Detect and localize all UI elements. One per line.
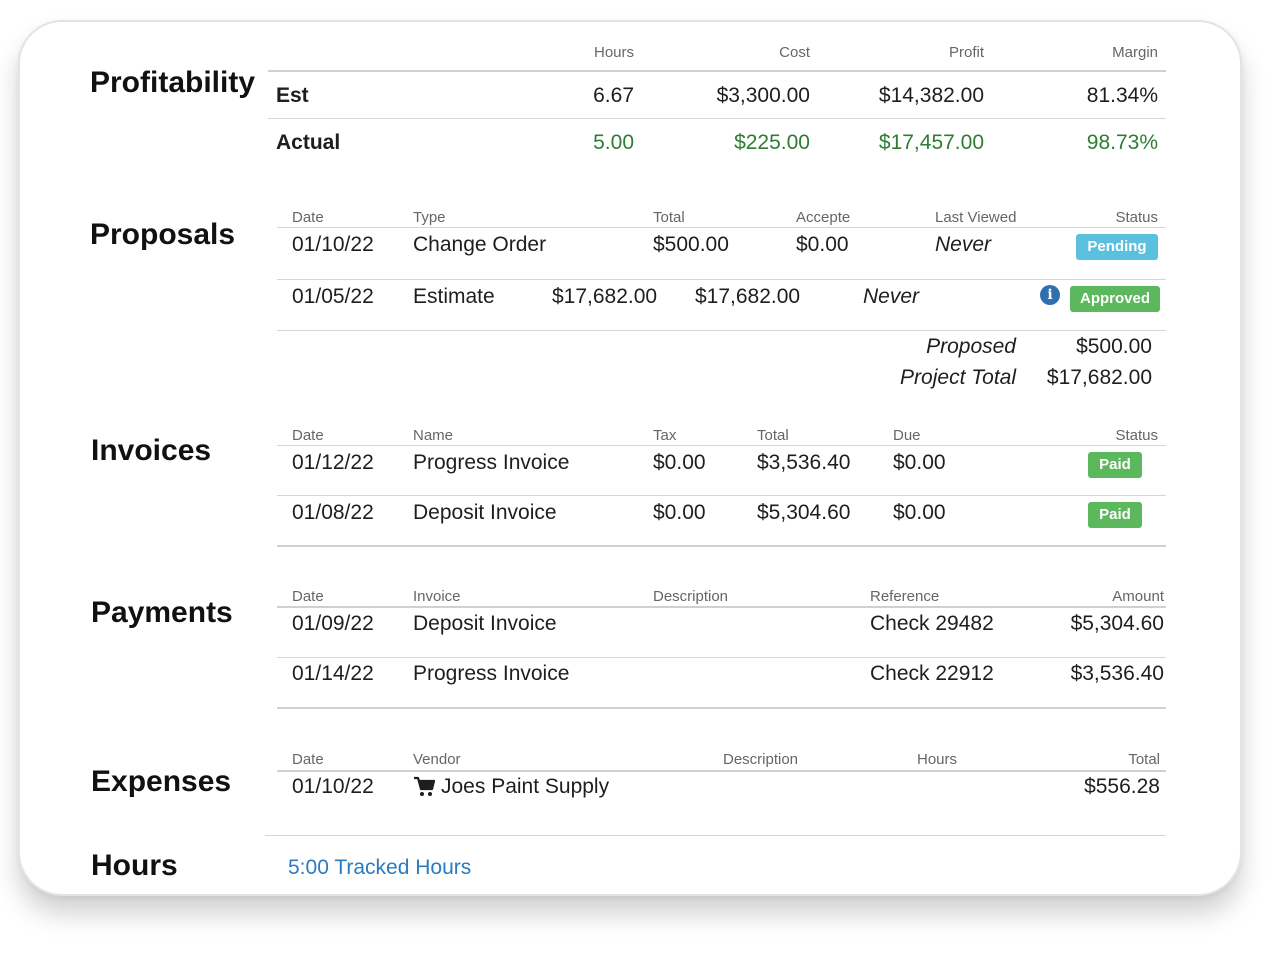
invoice-tax: $0.00 (653, 451, 706, 474)
payments-header-date: Date (292, 588, 324, 605)
payment-invoice-link[interactable]: Deposit Invoice (413, 612, 557, 636)
expense-vendor-link[interactable]: Joes Paint Supply (441, 775, 609, 799)
profitability-header-profit: Profit (948, 44, 984, 61)
divider (277, 770, 1166, 772)
invoices-header-total: Total (757, 427, 789, 444)
payment-invoice-link[interactable]: Progress Invoice (413, 662, 569, 686)
proposal-type-link[interactable]: Change Order (413, 233, 546, 257)
proposals-header-type: Type (413, 209, 446, 226)
payment-reference: Check 29482 (870, 612, 994, 635)
expenses-header-date: Date (292, 751, 324, 768)
invoices-header-status: Status (1115, 427, 1158, 444)
proposal-total: $500.00 (653, 233, 729, 256)
actual-hours: 5.00 (593, 131, 634, 154)
row-label: Actual (276, 131, 341, 154)
est-profit: $14,382.00 (878, 84, 984, 107)
divider (265, 835, 1166, 836)
proposals-header-last-viewed: Last Viewed (935, 209, 1017, 226)
section-title-profitability: Profitability (90, 66, 256, 99)
row-label: Est (276, 84, 309, 107)
proposal-last-viewed: Never (935, 233, 992, 256)
project-total-value: $17,682.00 (1046, 366, 1152, 389)
actual-cost: $225.00 (734, 131, 810, 154)
invoice-name-link[interactable]: Progress Invoice (413, 451, 569, 475)
divider (277, 495, 1166, 496)
invoice-tax: $0.00 (653, 501, 706, 524)
proposals-header-date: Date (292, 209, 324, 226)
status-badge-approved: Approved (1070, 286, 1160, 312)
proposed-label: Proposed (926, 335, 1016, 358)
profitability-header-margin: Margin (1112, 44, 1158, 61)
section-title-expenses: Expenses (91, 765, 232, 798)
payment-amount: $3,536.40 (1070, 662, 1164, 685)
divider (277, 279, 1166, 280)
payment-amount: $5,304.60 (1070, 612, 1164, 635)
section-title-hours: Hours (91, 849, 178, 882)
divider (268, 118, 1166, 119)
section-title-invoices: Invoices (91, 434, 212, 467)
cart-icon (414, 776, 435, 796)
status-badge-paid: Paid (1088, 452, 1142, 478)
est-margin: 81.34% (1086, 84, 1158, 107)
est-cost: $3,300.00 (716, 84, 810, 107)
payments-header-invoice: Invoice (413, 588, 461, 605)
proposals-header-total: Total (653, 209, 685, 226)
payment-reference: Check 22912 (870, 662, 994, 685)
proposal-date: 01/05/22 (292, 285, 374, 308)
invoices-header-name: Name (413, 427, 454, 444)
proposal-last-viewed: Never (863, 285, 920, 308)
invoices-header-due: Due (893, 427, 921, 444)
expenses-header-vendor: Vendor (413, 751, 461, 768)
job-financials-card: Profitability Hours Cost Profit Margin E… (18, 20, 1242, 896)
est-hours: 6.67 (593, 84, 634, 107)
status-badge-pending: Pending (1076, 234, 1158, 260)
invoice-date: 01/12/22 (292, 451, 374, 474)
divider (277, 657, 1166, 658)
profitability-header-cost: Cost (779, 44, 810, 61)
proposal-accepted: $0.00 (796, 233, 849, 256)
payments-header-description: Description (653, 588, 729, 605)
status-badge-paid: Paid (1088, 502, 1142, 528)
info-icon[interactable]: i (1040, 285, 1060, 305)
invoices-header-date: Date (292, 427, 324, 444)
divider (277, 445, 1166, 446)
proposal-total: $17,682.00 (552, 285, 658, 308)
section-title-proposals: Proposals (90, 218, 236, 251)
actual-margin: 98.73% (1086, 131, 1158, 154)
invoice-total: $5,304.60 (757, 501, 851, 524)
proposal-accepted: $17,682.00 (695, 285, 801, 308)
divider (268, 70, 1166, 72)
invoice-name-link[interactable]: Deposit Invoice (413, 501, 557, 525)
actual-profit: $17,457.00 (878, 131, 984, 154)
divider (277, 707, 1166, 709)
proposed-value: $500.00 (1076, 335, 1152, 358)
proposals-header-status: Status (1115, 209, 1158, 226)
invoice-due: $0.00 (893, 451, 946, 474)
invoice-due: $0.00 (893, 501, 946, 524)
section-title-payments: Payments (91, 596, 233, 629)
expenses-header-hours: Hours (917, 751, 958, 768)
divider (277, 227, 1166, 228)
divider (277, 606, 1166, 608)
expenses-header-description: Description (723, 751, 799, 768)
project-total-label: Project Total (900, 366, 1016, 389)
payments-header-amount: Amount (1112, 588, 1164, 605)
proposal-date: 01/10/22 (292, 233, 374, 256)
invoice-total: $3,536.40 (757, 451, 851, 474)
divider (277, 545, 1166, 547)
expense-total: $556.28 (1084, 775, 1160, 798)
expenses-header-total: Total (1128, 751, 1160, 768)
proposals-header-accepted: Accepte (796, 209, 851, 226)
expense-date: 01/10/22 (292, 775, 374, 798)
proposal-type-link[interactable]: Estimate (413, 285, 495, 309)
tracked-hours-link[interactable]: 5:00 Tracked Hours (288, 856, 471, 880)
payment-date: 01/14/22 (292, 662, 374, 685)
payment-date: 01/09/22 (292, 612, 374, 635)
invoice-date: 01/08/22 (292, 501, 374, 524)
divider (277, 330, 1166, 331)
payments-header-reference: Reference (870, 588, 940, 605)
profitability-header-hours: Hours (593, 44, 634, 61)
invoices-header-tax: Tax (653, 427, 677, 444)
